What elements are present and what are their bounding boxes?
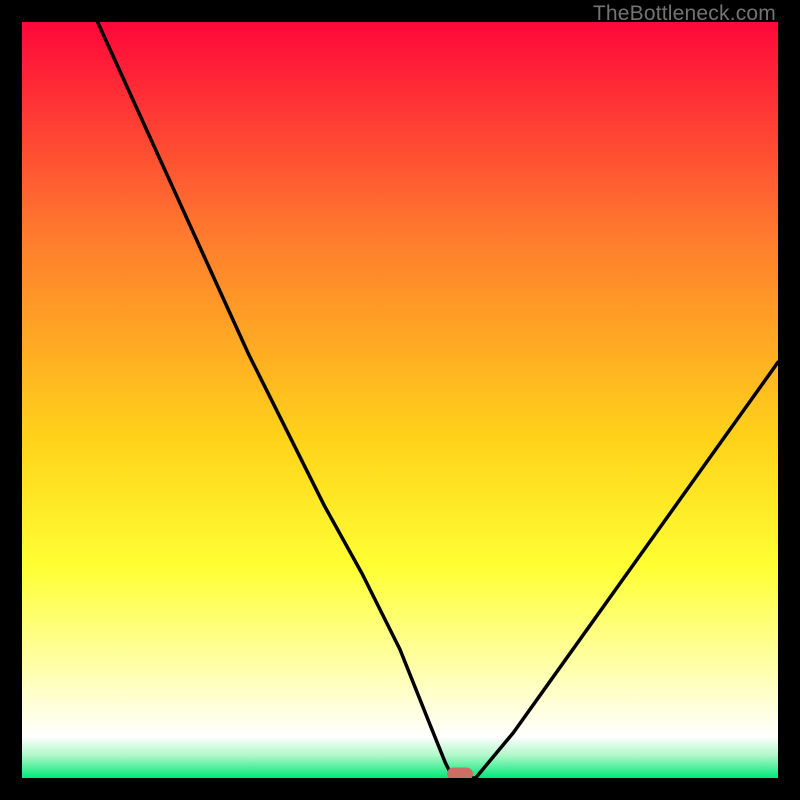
plot-area — [22, 22, 778, 778]
bottleneck-curve — [22, 22, 778, 778]
optimal-marker — [447, 768, 473, 779]
watermark-text: TheBottleneck.com — [593, 2, 776, 26]
chart-frame: TheBottleneck.com — [0, 0, 800, 800]
